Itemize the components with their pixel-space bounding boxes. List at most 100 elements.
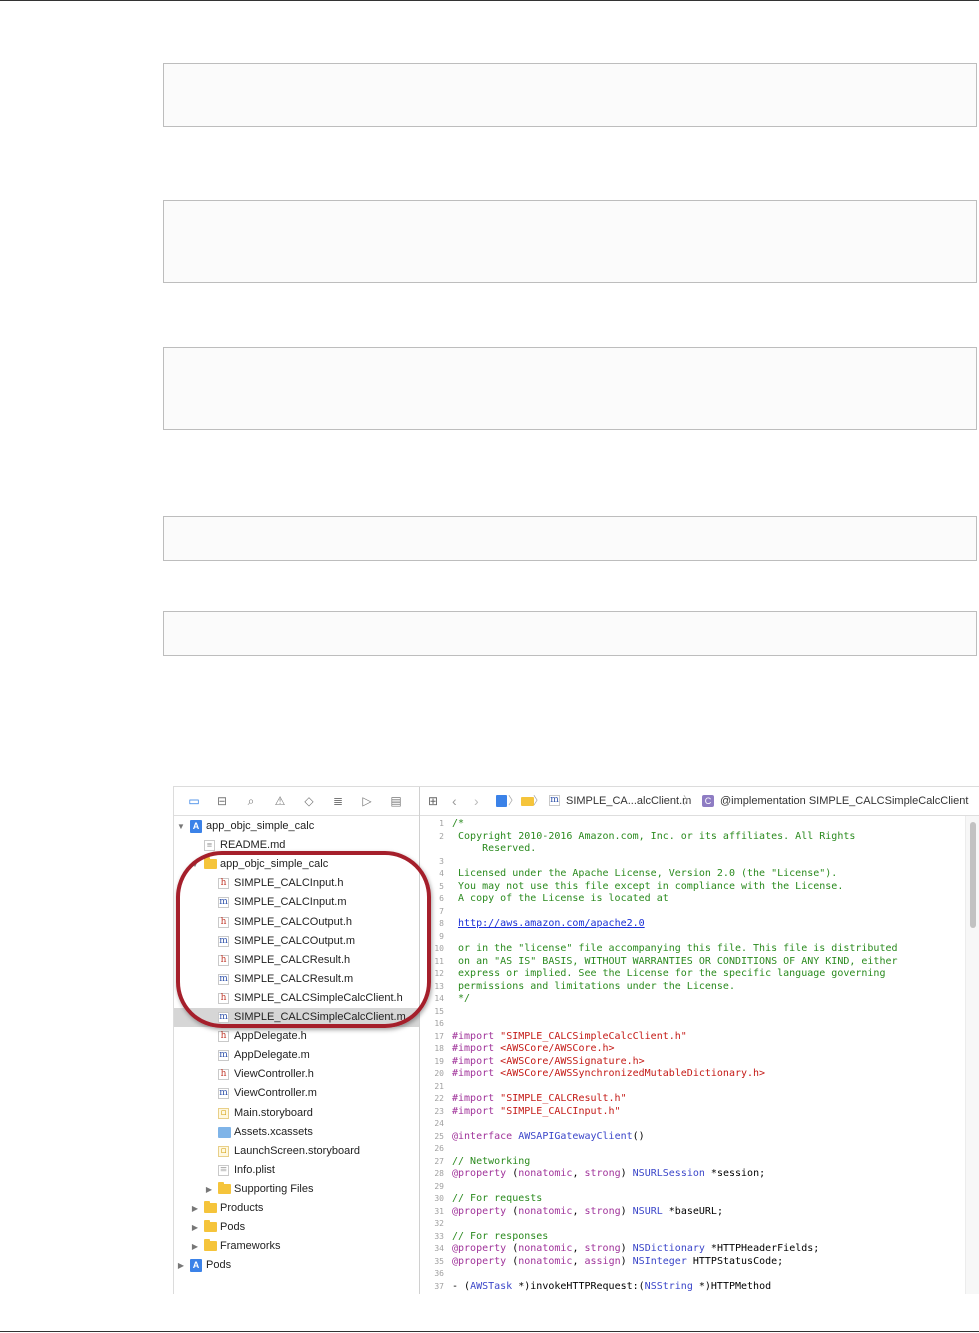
tree-item-label: Frameworks	[220, 1240, 281, 1253]
test-icon[interactable]: ◇	[301, 793, 317, 809]
breadcrumb-sep-1: 〉	[508, 795, 519, 807]
folder-icon	[218, 1181, 231, 1194]
folder-icon	[204, 1201, 217, 1213]
hierarchy-icon[interactable]: ⊟	[214, 793, 230, 809]
search-icon[interactable]: ⌕	[243, 793, 259, 809]
header-file-icon: h	[218, 1031, 229, 1043]
tree-item[interactable]: ▶ Frameworks	[174, 1237, 419, 1256]
tree-item[interactable]: ▫ LaunchScreen.storyboard	[174, 1142, 419, 1161]
line-number: 34	[434, 1244, 444, 1253]
tree-item-label: Products	[220, 1202, 264, 1214]
asset-catalog-icon	[218, 1126, 231, 1138]
tree-item[interactable]: Assets.xcassets	[174, 1123, 419, 1142]
line-number: 22	[434, 1094, 444, 1103]
breadcrumb-symbol[interactable]: @implementation SIMPLE_CALCSimpleCalcCli…	[720, 787, 968, 815]
code-line: #import "SIMPLE_CALCInput.h"	[452, 1105, 621, 1117]
disclosure-closed-icon[interactable]: ▶	[176, 1256, 186, 1275]
code-block-3	[163, 347, 977, 430]
disclosure-closed-icon[interactable]: ▶	[204, 1180, 214, 1199]
line-number: 21	[434, 1081, 444, 1091]
warning-icon[interactable]: ⚠	[272, 793, 288, 809]
code-line: express or implied. See the License for …	[452, 968, 886, 979]
code-line: @interface AWSAPIGatewayClient()	[452, 1130, 645, 1142]
code-line: /*	[452, 818, 465, 829]
tree-item[interactable]: ▶ Products	[174, 1199, 419, 1218]
project-icon: A	[190, 1259, 202, 1273]
code-block-4	[163, 516, 977, 561]
code-line: #import <AWSCore/AWSSynchronizedMutableD…	[452, 1068, 766, 1079]
tree-item[interactable]: ▶ Supporting Files	[174, 1180, 419, 1199]
code-line: Licensed under the Apache License, Versi…	[452, 868, 838, 879]
line-number: 26	[434, 1144, 444, 1153]
class-icon: C	[702, 795, 714, 807]
disclosure-closed-icon[interactable]: ▶	[190, 1199, 200, 1218]
page-top-rule	[0, 0, 979, 1]
tree-item[interactable]: h AppDelegate.h	[174, 1027, 419, 1046]
code-line: */	[452, 993, 471, 1004]
line-number: 2	[439, 831, 444, 841]
code-line: #import "SIMPLE_CALCSimpleCalcClient.h"	[452, 1030, 687, 1042]
line-number: 37	[434, 1281, 444, 1291]
code-block-1	[163, 63, 977, 127]
project-icon: A	[190, 820, 202, 833]
breakpoint-icon[interactable]: ▷	[359, 793, 375, 809]
project-icon[interactable]	[496, 795, 507, 807]
tree-item-label: Pods	[220, 1221, 246, 1234]
line-number: 15	[434, 1006, 444, 1016]
tree-item[interactable]: ▶ Pods	[174, 1218, 419, 1237]
code-line: Reserved.	[452, 843, 537, 854]
disclosure-open-icon[interactable]: ▼	[176, 817, 186, 836]
tree-item[interactable]: m AppDelegate.m	[174, 1046, 419, 1065]
line-number: 32	[434, 1219, 444, 1228]
line-number: 20	[434, 1069, 444, 1078]
debug-icon[interactable]: ≣	[330, 793, 346, 809]
jump-bar: ⊞ ‹ › 〉 〉 m SIMPLE_CA...alcClient.m 〉 C …	[420, 787, 979, 816]
tree-item[interactable]: m ViewController.m	[174, 1084, 419, 1103]
storyboard-icon: ▫	[218, 1145, 229, 1157]
vertical-scrollbar[interactable]	[965, 816, 979, 1294]
line-number: 35	[434, 1256, 444, 1266]
back-icon[interactable]: ‹	[452, 787, 457, 815]
breadcrumb-sep-3: 〉	[683, 795, 694, 807]
markdown-file-icon: ≡	[204, 840, 215, 852]
tree-item[interactable]: ▫ Main.storyboard	[174, 1104, 419, 1123]
tree-item-label: app_objc_simple_calc	[206, 820, 315, 832]
code-text[interactable]: /* Copyright 2010-2016 Amazon.com, Inc. …	[452, 816, 962, 1294]
line-number: 19	[434, 1056, 444, 1066]
highlight-annotation	[176, 851, 431, 1028]
tree-item-label: ViewController.h	[234, 1068, 314, 1081]
line-number: 31	[434, 1206, 444, 1216]
breadcrumb-file[interactable]: SIMPLE_CA...alcClient.m	[566, 787, 691, 815]
tree-item[interactable]: ▶ A Pods	[174, 1256, 419, 1275]
tree-item[interactable]: ≡ Info.plist	[174, 1161, 419, 1180]
code-line: http://aws.amazon.com/apache2.0	[458, 918, 645, 929]
code-line: Copyright 2010-2016 Amazon.com, Inc. or …	[452, 830, 856, 842]
line-number: 30	[434, 1194, 444, 1203]
tree-item-label: AppDelegate.h	[234, 1030, 307, 1043]
code-line: on an "AS IS" BASIS, WITHOUT WARRANTIES …	[452, 955, 898, 967]
page-bottom-rule	[0, 1331, 979, 1332]
line-number: 17	[434, 1031, 444, 1041]
disclosure-closed-icon[interactable]: ▶	[190, 1218, 200, 1237]
tree-item[interactable]: h ViewController.h	[174, 1065, 419, 1084]
source-editor: ⊞ ‹ › 〉 〉 m SIMPLE_CA...alcClient.m 〉 C …	[420, 787, 979, 1294]
line-number: 18	[434, 1044, 444, 1053]
tree-item-label: Supporting Files	[234, 1182, 314, 1195]
code-line: @property (nonatomic, assign) NSInteger …	[452, 1255, 784, 1267]
forward-icon[interactable]: ›	[474, 787, 479, 815]
code-line: @property (nonatomic, strong) NSURL *bas…	[452, 1205, 723, 1217]
tree-item-label: Info.plist	[234, 1163, 275, 1176]
scrollbar-thumb[interactable]	[970, 822, 976, 928]
code-block-2	[163, 200, 977, 283]
report-icon[interactable]: ▤	[388, 793, 404, 809]
folder-icon[interactable]: ▭	[186, 793, 202, 809]
line-number: 33	[434, 1231, 444, 1241]
line-number: 29	[434, 1181, 444, 1191]
code-line: @property (nonatomic, strong) NSURLSessi…	[452, 1168, 766, 1179]
disclosure-closed-icon[interactable]: ▶	[190, 1237, 200, 1256]
tree-item[interactable]: ▼ Aapp_objc_simple_calc	[174, 817, 419, 836]
code-line: // For requests	[452, 1193, 543, 1204]
tree-item-label: Pods	[206, 1259, 232, 1272]
line-number: 23	[434, 1106, 444, 1116]
related-items-icon[interactable]: ⊞	[428, 787, 438, 815]
